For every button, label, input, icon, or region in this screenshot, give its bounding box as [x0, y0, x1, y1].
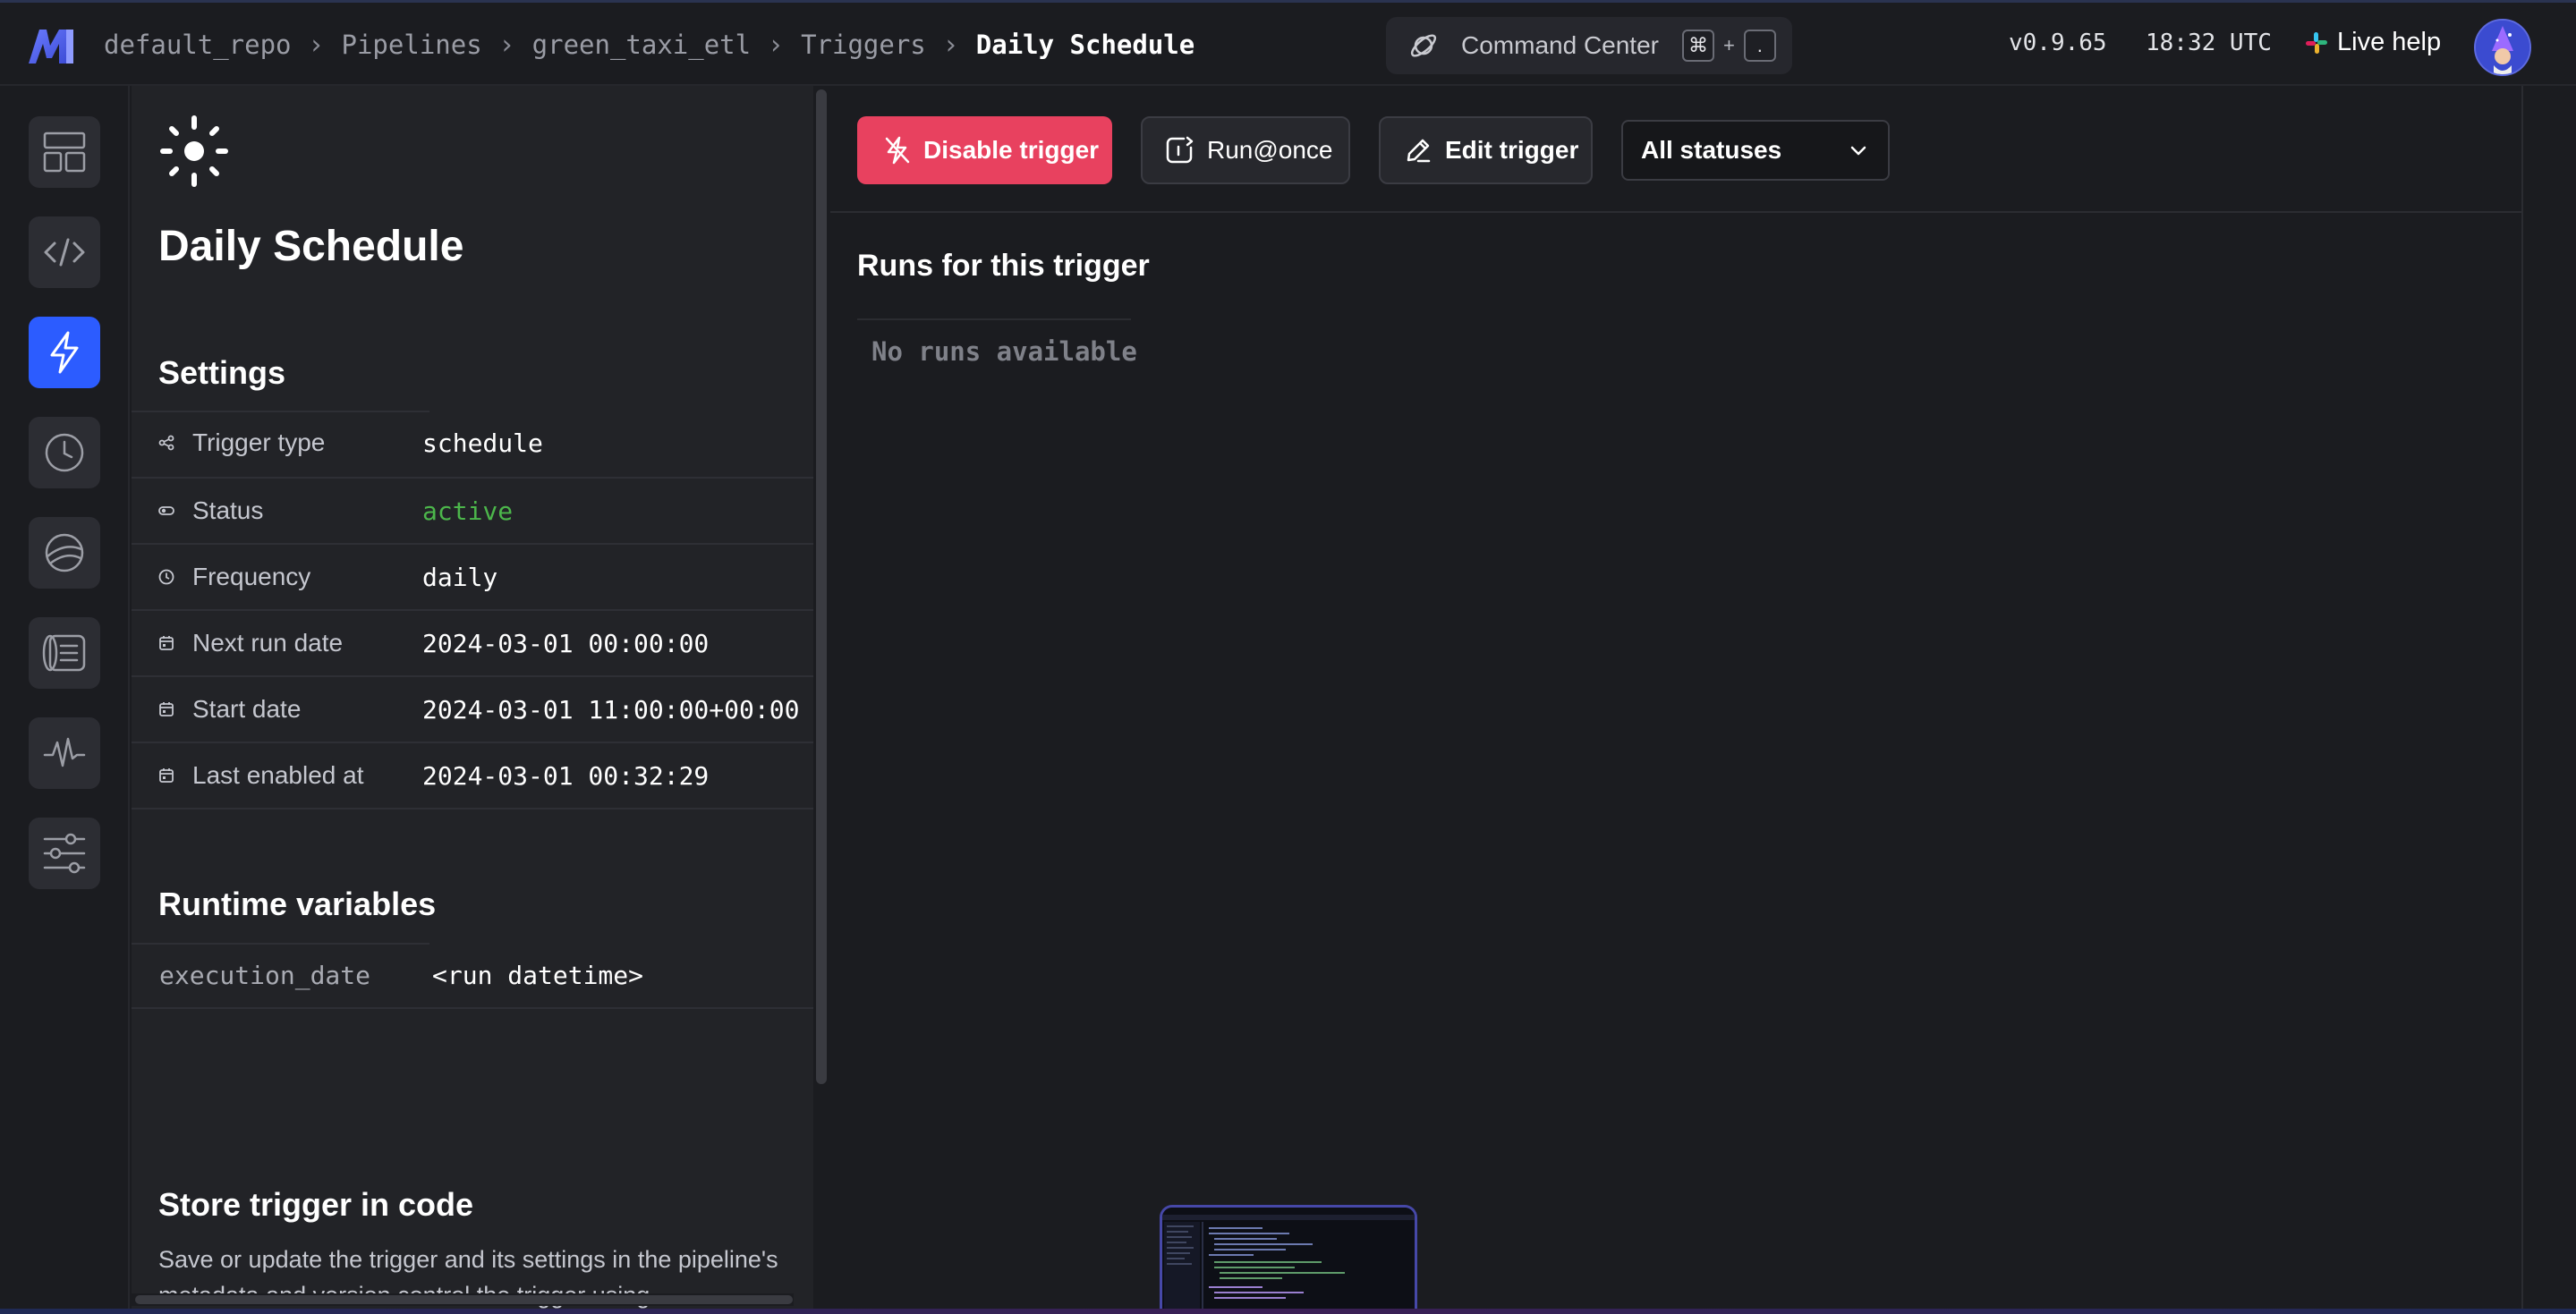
clock-icon [158, 569, 174, 585]
command-center-button[interactable]: Command Center ⌘ + . [1386, 17, 1792, 74]
status-value: active [422, 496, 514, 526]
plus-sign: + [1722, 34, 1735, 56]
setting-label: Trigger type [192, 428, 326, 456]
chevron-down-icon [1850, 146, 1866, 156]
chevron-right-icon: › [501, 29, 513, 61]
window-bottom-edge [0, 1309, 2576, 1314]
runs-heading: Runs for this trigger [857, 249, 1150, 283]
nav-monitor-button[interactable] [29, 717, 100, 789]
globe-icon [45, 533, 84, 572]
setting-row-status: Status active [132, 477, 813, 543]
top-bar: default_repo › Pipelines › green_taxi_et… [0, 0, 2576, 86]
live-help-label: Live help [2337, 28, 2442, 56]
setting-label: Status [192, 496, 264, 524]
time-label: 18:32 UTC [2146, 30, 2272, 56]
detail-horizontal-scrollbar[interactable] [132, 1293, 794, 1306]
pencil-icon [1407, 139, 1431, 163]
disable-trigger-label: Disable trigger [923, 136, 1100, 164]
nav-overview-button[interactable] [29, 116, 100, 188]
disable-trigger-button[interactable]: Disable trigger [857, 116, 1112, 184]
navigation-rail [0, 86, 130, 1314]
runtime-variables-heading: Runtime variables [158, 886, 437, 922]
slack-icon [2306, 31, 2327, 54]
runtime-variable-row: execution_date <run datetime> [132, 943, 813, 1009]
breadcrumb-pipelines[interactable]: Pipelines [342, 30, 482, 60]
detail-scrollbar[interactable] [814, 86, 829, 1314]
setting-value: schedule [422, 428, 543, 458]
edit-trigger-label: Edit trigger [1445, 136, 1579, 164]
setting-label: Frequency [192, 563, 311, 590]
screen-preview-thumbnail[interactable] [1160, 1205, 1417, 1314]
variable-value: <run datetime> [432, 960, 644, 990]
chevron-right-icon: › [945, 29, 956, 61]
breadcrumb: default_repo › Pipelines › green_taxi_et… [104, 24, 1194, 65]
layout-icon [43, 131, 86, 173]
setting-value: 2024-03-01 00:00:00 [422, 628, 710, 658]
editor-preview-image [1162, 1208, 1415, 1314]
nav-settings-button[interactable] [29, 818, 100, 889]
trigger-title: Daily Schedule [158, 223, 464, 270]
breadcrumb-pipeline[interactable]: green_taxi_etl [532, 30, 751, 60]
setting-label: Start date [192, 695, 302, 723]
avatar[interactable] [2474, 19, 2531, 76]
pulse-icon [43, 737, 86, 767]
share-icon [158, 435, 174, 451]
calendar-icon [159, 636, 174, 650]
status-filter-value: All statuses [1641, 136, 1782, 164]
nav-edit-pipeline-button[interactable] [29, 216, 100, 288]
edit-trigger-button[interactable]: Edit trigger [1379, 116, 1593, 184]
version-label: v0.9.65 [2009, 30, 2107, 56]
setting-value: 2024-03-01 00:32:29 [422, 760, 710, 791]
lightning-off-icon [885, 136, 910, 165]
scrollbar-thumb[interactable] [135, 1295, 793, 1304]
shortcut-keys: ⌘ + . [1681, 30, 1776, 62]
command-key: ⌘ [1681, 30, 1714, 62]
breadcrumb-current: Daily Schedule [975, 30, 1195, 60]
planet-icon [1410, 34, 1437, 57]
run-once-button[interactable]: Run@once [1141, 116, 1350, 184]
sliders-icon [43, 833, 86, 874]
divider [857, 318, 1131, 320]
store-trigger-heading: Store trigger in code [158, 1186, 474, 1223]
code-icon [44, 238, 85, 267]
nav-runs-button[interactable] [29, 417, 100, 488]
setting-value: 2024-03-01 11:00:00+00:00 [422, 694, 800, 725]
breadcrumb-repo[interactable]: default_repo [104, 30, 292, 60]
nav-triggers-button[interactable] [29, 317, 100, 388]
setting-row-next-run-date: Next run date 2024-03-01 00:00:00 [132, 609, 813, 675]
clock-icon [45, 433, 84, 472]
status-filter-select[interactable]: All statuses [1621, 120, 1890, 181]
setting-value: daily [422, 562, 498, 592]
calendar-icon [159, 702, 174, 716]
toggle-icon [158, 506, 174, 515]
nav-global-button[interactable] [29, 517, 100, 589]
main-scrollbar[interactable] [2521, 86, 2576, 1314]
calendar-icon [159, 768, 174, 783]
terminal-icon [42, 634, 86, 672]
settings-heading: Settings [158, 354, 286, 391]
live-help-link[interactable]: Live help [2305, 28, 2441, 57]
wizard-avatar-icon [2476, 21, 2529, 74]
chevron-right-icon: › [770, 29, 782, 61]
mage-logo[interactable] [27, 26, 77, 65]
setting-label: Next run date [192, 629, 344, 657]
command-center-label: Command Center [1461, 31, 1659, 59]
setting-label: Last enabled at [192, 761, 364, 789]
run-once-label: Run@once [1207, 136, 1333, 164]
variable-name: execution_date [159, 960, 371, 990]
breadcrumb-triggers[interactable]: Triggers [801, 30, 926, 60]
setting-row-frequency: Frequency daily [132, 543, 813, 609]
setting-row-last-enabled: Last enabled at 2024-03-01 00:32:29 [132, 742, 813, 810]
nav-logs-button[interactable] [29, 617, 100, 689]
setting-row-start-date: Start date 2024-03-01 11:00:00+00:00 [132, 675, 813, 742]
chevron-right-icon: › [310, 29, 322, 61]
setting-row-trigger-type: Trigger type schedule [132, 411, 813, 477]
scrollbar-thumb[interactable] [816, 89, 827, 1084]
lightning-icon [50, 331, 79, 374]
sun-icon [160, 115, 228, 187]
empty-runs-message: No runs available [871, 336, 1137, 367]
period-key: . [1743, 30, 1776, 62]
run-once-icon [1166, 136, 1194, 164]
